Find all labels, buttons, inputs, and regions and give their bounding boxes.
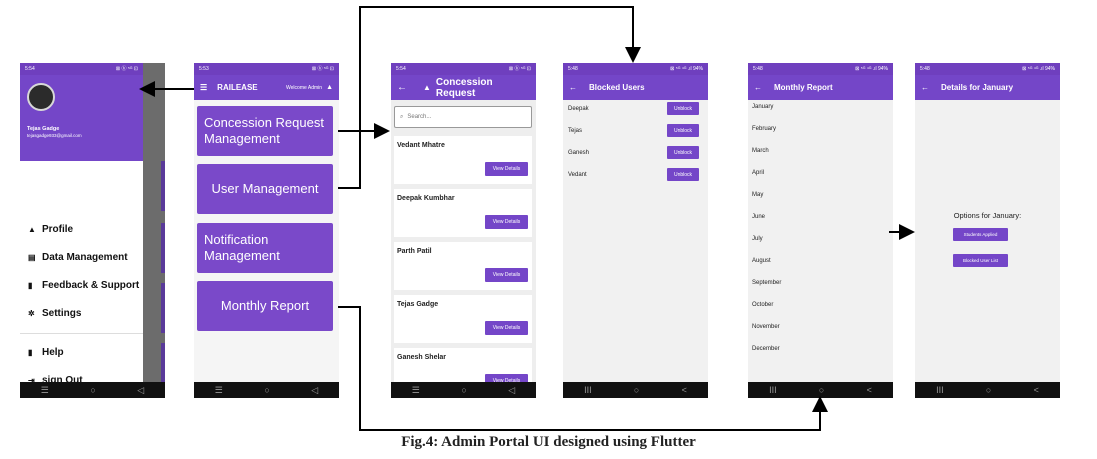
arrow-to-monthly-report <box>338 306 828 431</box>
arrow-to-blocked-users <box>338 6 641 189</box>
figure-caption: Fig.4: Admin Portal UI designed using Fl… <box>401 434 696 450</box>
flow-arrows <box>139 6 915 431</box>
